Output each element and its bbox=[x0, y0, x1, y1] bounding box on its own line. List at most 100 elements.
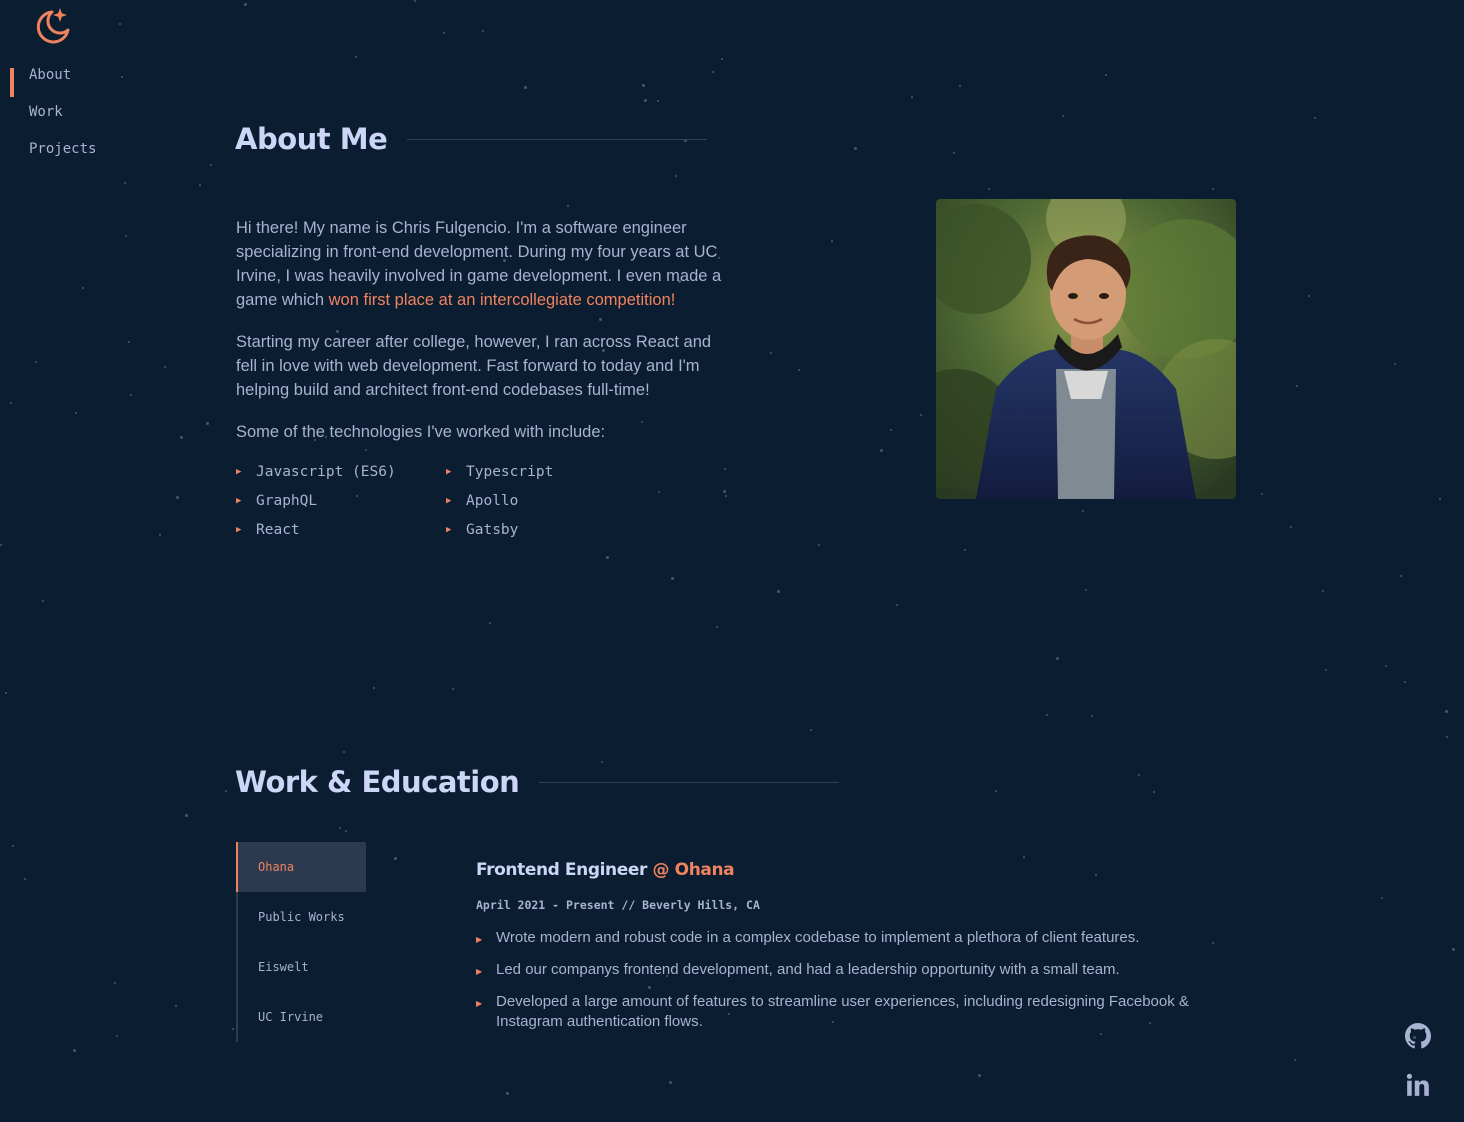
about-paragraph-2: Starting my career after college, howeve… bbox=[236, 333, 712, 399]
triangle-right-icon: ▶ bbox=[476, 935, 483, 944]
tech-label: Gatsby bbox=[466, 522, 519, 538]
star-dot bbox=[119, 23, 121, 25]
about-paragraph-1: Hi there! My name is Chris Fulgencio. I'… bbox=[236, 216, 736, 312]
star-dot bbox=[896, 604, 898, 606]
tech-item: ▶ Javascript (ES6) bbox=[236, 462, 446, 482]
star-dot bbox=[1446, 736, 1448, 738]
side-navigation: About Work Projects bbox=[10, 62, 96, 173]
star-dot bbox=[658, 491, 660, 493]
tech-item: ▶ Typescript bbox=[446, 462, 656, 482]
job-panel: Frontend Engineer @ Ohana April 2021 - P… bbox=[476, 860, 1196, 1042]
star-dot bbox=[443, 32, 445, 34]
tab-public-works[interactable]: Public Works bbox=[238, 892, 366, 942]
triangle-right-icon: ▶ bbox=[476, 999, 483, 1008]
tab-ohana[interactable]: Ohana bbox=[236, 842, 366, 892]
company-link[interactable]: @ Ohana bbox=[653, 860, 735, 880]
star-dot bbox=[1400, 575, 1402, 577]
tab-uc-irvine[interactable]: UC Irvine bbox=[238, 992, 366, 1042]
star-dot bbox=[1105, 74, 1107, 76]
star-dot bbox=[657, 100, 659, 102]
star-dot bbox=[121, 76, 123, 78]
star-dot bbox=[210, 164, 212, 166]
star-dot bbox=[995, 790, 997, 792]
star-dot bbox=[1212, 942, 1214, 944]
star-dot bbox=[1153, 791, 1155, 793]
star-dot bbox=[206, 422, 209, 425]
star-dot bbox=[642, 84, 645, 87]
heading-divider bbox=[539, 781, 840, 783]
star-dot bbox=[125, 235, 127, 237]
star-dot bbox=[810, 729, 812, 731]
star-dot bbox=[854, 147, 857, 150]
triangle-right-icon: ▶ bbox=[476, 967, 483, 976]
star-dot bbox=[1023, 856, 1025, 858]
list-item: ▶ Wrote modern and robust code in a compl… bbox=[476, 928, 1196, 950]
star-dot bbox=[724, 468, 726, 470]
star-dot bbox=[130, 394, 132, 396]
star-dot bbox=[1294, 1059, 1296, 1061]
star-dot bbox=[1056, 657, 1059, 660]
tech-label: Apollo bbox=[466, 493, 519, 509]
star-dot bbox=[524, 86, 527, 89]
star-dot bbox=[978, 1074, 981, 1077]
star-dot bbox=[964, 549, 966, 551]
star-dot bbox=[42, 600, 44, 602]
tech-item: ▶ Gatsby bbox=[446, 520, 656, 540]
star-dot bbox=[567, 205, 569, 207]
tab-eiswelt[interactable]: Eiswelt bbox=[238, 942, 366, 992]
star-dot bbox=[1381, 897, 1383, 899]
triangle-right-icon: ▶ bbox=[236, 525, 242, 535]
triangle-right-icon: ▶ bbox=[236, 467, 242, 477]
nav-item-work[interactable]: Work bbox=[10, 99, 96, 127]
about-text: Hi there! My name is Chris Fulgencio. I'… bbox=[236, 216, 736, 462]
bullet-text: Developed a large amount of features to … bbox=[496, 993, 1189, 1030]
star-dot bbox=[452, 688, 454, 690]
job-bullets: ▶ Wrote modern and robust code in a compl… bbox=[476, 928, 1196, 1032]
star-dot bbox=[601, 761, 603, 763]
linkedin-icon[interactable] bbox=[1405, 1072, 1431, 1098]
star-dot bbox=[798, 369, 800, 371]
star-dot bbox=[116, 1035, 118, 1037]
star-dot bbox=[920, 414, 922, 416]
star-dot bbox=[394, 857, 397, 860]
about-paragraph-3: Some of the technologies I've worked wit… bbox=[236, 423, 606, 441]
star-dot bbox=[890, 429, 892, 431]
star-dot bbox=[671, 577, 674, 580]
star-dot bbox=[1085, 589, 1087, 591]
star-dot bbox=[606, 556, 609, 559]
star-dot bbox=[232, 1028, 234, 1030]
star-dot bbox=[1091, 715, 1093, 717]
list-item: ▶ Developed a large amount of features to… bbox=[476, 992, 1196, 1032]
github-icon[interactable] bbox=[1405, 1023, 1431, 1049]
star-dot bbox=[506, 1092, 509, 1095]
star-dot bbox=[880, 449, 883, 452]
star-dot bbox=[988, 188, 990, 190]
about-heading: About Me bbox=[235, 122, 708, 156]
star-dot bbox=[669, 1081, 672, 1084]
star-dot bbox=[1445, 710, 1448, 713]
competition-link[interactable]: won first place at an intercollegiate co… bbox=[329, 291, 676, 309]
moon-sparkle-icon[interactable] bbox=[30, 6, 72, 48]
star-dot bbox=[75, 412, 77, 414]
star-dot bbox=[414, 0, 416, 2]
heading-divider bbox=[407, 138, 708, 140]
nav-item-about[interactable]: About bbox=[10, 62, 96, 97]
star-dot bbox=[35, 361, 37, 363]
star-dot bbox=[1439, 498, 1441, 500]
star-dot bbox=[911, 96, 913, 98]
star-dot bbox=[1296, 385, 1298, 387]
star-dot bbox=[1212, 188, 1214, 190]
star-dot bbox=[343, 751, 345, 753]
star-dot bbox=[10, 402, 12, 404]
bullet-text: Led our companys frontend development, a… bbox=[496, 961, 1120, 978]
star-dot bbox=[244, 3, 247, 6]
star-dot bbox=[725, 495, 727, 497]
work-tabs: Ohana Public Works Eiswelt UC Irvine bbox=[236, 842, 366, 1042]
star-dot bbox=[185, 814, 188, 817]
work-heading: Work & Education bbox=[235, 765, 840, 799]
profile-photo bbox=[936, 199, 1236, 499]
star-dot bbox=[5, 692, 7, 694]
star-dot bbox=[373, 687, 375, 689]
star-dot bbox=[1322, 590, 1324, 592]
nav-item-projects[interactable]: Projects bbox=[10, 136, 96, 164]
